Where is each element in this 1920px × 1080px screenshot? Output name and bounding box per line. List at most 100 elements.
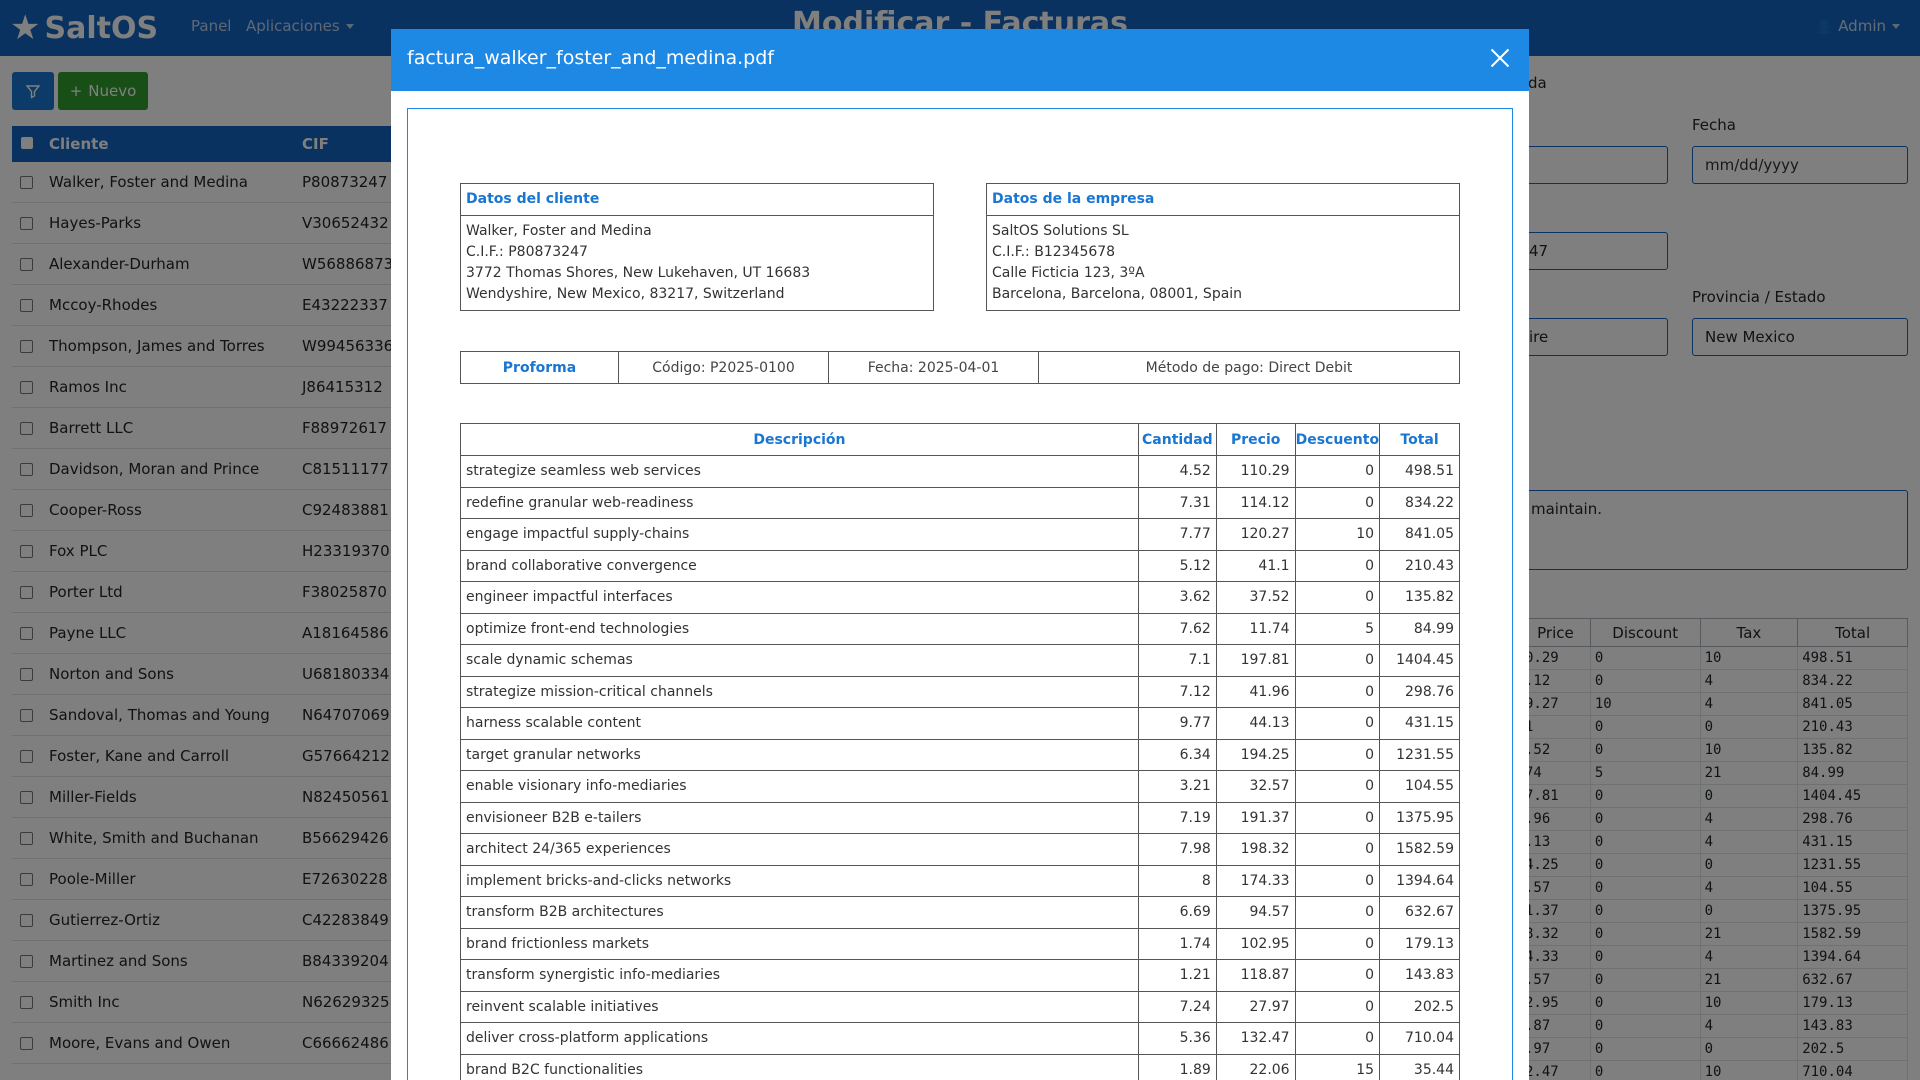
item-quantity-cell: 7.24 (1137, 990, 1217, 1023)
item-price-cell: 102.95 (1215, 927, 1296, 960)
item-price-cell: 32.57 (1215, 770, 1296, 803)
table-row: deliver cross-platform applications 5.36 1… (460, 1022, 1460, 1055)
item-price-cell: 11.74 (1215, 612, 1296, 645)
item-quantity-cell: 1.21 (1137, 959, 1217, 992)
item-total-cell: 84.99 (1379, 612, 1460, 645)
item-quantity-cell: 5.36 (1137, 1022, 1217, 1055)
table-row: brand collaborative convergence 5.12 41.1 0… (460, 549, 1460, 582)
item-total-cell: 1231.55 (1379, 738, 1460, 771)
item-total-cell: 1394.64 (1379, 864, 1460, 897)
item-description-cell: harness scalable content (460, 707, 1139, 740)
item-discount-cell: 0 (1294, 581, 1381, 614)
item-description-cell: brand B2C functionalities (460, 1053, 1139, 1080)
item-quantity-cell: 9.77 (1137, 707, 1217, 740)
table-row: optimize front-end technologies 7.62 11.74… (460, 612, 1460, 645)
company-line: Barcelona, Barcelona, 08001, Spain (992, 286, 1243, 302)
table-row: enable visionary info-mediaries 3.21 32.57… (460, 770, 1460, 803)
payment-method: Método de pago: Direct Debit (1145, 359, 1353, 376)
item-price-cell: 22.06 (1215, 1053, 1296, 1080)
modal-title: factura_walker_foster_and_medina.pdf (407, 47, 774, 69)
table-row: transform B2B architectures 6.69 94.57 0 632… (460, 896, 1460, 929)
item-description-cell: brand frictionless markets (460, 927, 1139, 960)
item-quantity-cell: 7.12 (1137, 675, 1217, 708)
item-description-cell: deliver cross-platform applications (460, 1022, 1139, 1055)
table-row: strategize seamless web services 4.52 110.… (460, 455, 1460, 488)
item-description-cell: engineer impactful interfaces (460, 581, 1139, 614)
item-quantity-cell: 7.1 (1137, 644, 1217, 677)
item-quantity-cell: 7.19 (1137, 801, 1217, 834)
item-price-cell: 174.33 (1215, 864, 1296, 897)
item-quantity-cell: 6.69 (1137, 896, 1217, 929)
client-line: Wendyshire, New Mexico, 83217, Switzerla… (466, 286, 785, 302)
item-description-cell: transform B2B architectures (460, 896, 1139, 929)
item-total-cell: 143.83 (1379, 959, 1460, 992)
item-discount-cell: 0 (1294, 549, 1381, 582)
company-box-body: SaltOS Solutions SL C.I.F.: B12345678 Ca… (987, 216, 1459, 310)
modal-header: factura_walker_foster_and_medina.pdf (391, 29, 1529, 91)
item-total-cell: 210.43 (1379, 549, 1460, 582)
item-price-cell: 27.97 (1215, 990, 1296, 1023)
invoice-items-table: Descripción Cantidad Precio Descuento To… (460, 423, 1460, 1080)
invoice-code: Código: P2025-0100 (619, 352, 829, 383)
item-quantity-cell: 8 (1137, 864, 1217, 897)
item-discount-cell: 0 (1294, 959, 1381, 992)
item-discount-cell: 0 (1294, 770, 1381, 803)
item-discount-cell: 0 (1294, 990, 1381, 1023)
table-row: target granular networks 6.34 194.25 0 1231.… (460, 738, 1460, 771)
item-description-cell: scale dynamic schemas (460, 644, 1139, 677)
item-price-cell: 118.87 (1215, 959, 1296, 992)
item-discount-cell: 0 (1294, 927, 1381, 960)
item-discount-cell: 0 (1294, 801, 1381, 834)
item-quantity-cell: 4.52 (1137, 455, 1217, 488)
item-price-cell: 197.81 (1215, 644, 1296, 677)
item-price-cell: 41.1 (1215, 549, 1296, 582)
pdf-viewer-modal: factura_walker_foster_and_medina.pdf Dat… (391, 29, 1529, 1080)
table-row: envisioneer B2B e-tailers 7.19 191.37 0 1375… (460, 801, 1460, 834)
table-row: engage impactful supply-chains 7.77 120.27… (460, 518, 1460, 551)
pdf-document[interactable]: Datos del cliente Walker, Foster and Med… (407, 108, 1513, 1080)
invoice-meta-row: Proforma Código: P2025-0100 Fecha: 2025-… (460, 351, 1460, 384)
item-quantity-cell: 7.98 (1137, 833, 1217, 866)
column-header-discount: Descuento (1294, 423, 1381, 456)
item-total-cell: 1582.59 (1379, 833, 1460, 866)
item-description-cell: brand collaborative convergence (460, 549, 1139, 582)
item-description-cell: redefine granular web-readiness (460, 486, 1139, 519)
item-description-cell: engage impactful supply-chains (460, 518, 1139, 551)
table-row: architect 24/365 experiences 7.98 198.32 0 1… (460, 833, 1460, 866)
item-total-cell: 834.22 (1379, 486, 1460, 519)
column-header-quantity: Cantidad (1137, 423, 1217, 456)
item-price-cell: 37.52 (1215, 581, 1296, 614)
close-icon[interactable] (1485, 43, 1515, 73)
item-discount-cell: 0 (1294, 455, 1381, 488)
item-total-cell: 498.51 (1379, 455, 1460, 488)
item-total-cell: 298.76 (1379, 675, 1460, 708)
item-description-cell: transform synergistic info-mediaries (460, 959, 1139, 992)
column-header-description: Descripción (460, 423, 1139, 456)
item-discount-cell: 15 (1294, 1053, 1381, 1080)
item-quantity-cell: 7.31 (1137, 486, 1217, 519)
item-quantity-cell: 3.62 (1137, 581, 1217, 614)
client-box-body: Walker, Foster and Medina C.I.F.: P80873… (461, 216, 933, 310)
table-row: engineer impactful interfaces 3.62 37.52 0 1… (460, 581, 1460, 614)
item-price-cell: 120.27 (1215, 518, 1296, 551)
item-quantity-cell: 1.74 (1137, 927, 1217, 960)
table-row: harness scalable content 9.77 44.13 0 431.15 (460, 707, 1460, 740)
item-discount-cell: 10 (1294, 518, 1381, 551)
item-total-cell: 35.44 (1379, 1053, 1460, 1080)
client-data-box: Datos del cliente Walker, Foster and Med… (460, 183, 934, 311)
item-description-cell: reinvent scalable initiatives (460, 990, 1139, 1023)
item-total-cell: 1404.45 (1379, 644, 1460, 677)
item-description-cell: optimize front-end technologies (460, 612, 1139, 645)
item-price-cell: 191.37 (1215, 801, 1296, 834)
item-quantity-cell: 5.12 (1137, 549, 1217, 582)
item-discount-cell: 0 (1294, 833, 1381, 866)
item-discount-cell: 0 (1294, 738, 1381, 771)
item-quantity-cell: 1.89 (1137, 1053, 1217, 1080)
company-line: SaltOS Solutions SL (992, 223, 1129, 239)
item-quantity-cell: 3.21 (1137, 770, 1217, 803)
invoice-date: Fecha: 2025-04-01 (829, 352, 1039, 383)
item-total-cell: 841.05 (1379, 518, 1460, 551)
table-row: implement bricks-and-clicks networks 8 174… (460, 864, 1460, 897)
column-header-total: Total (1379, 423, 1460, 456)
invoice-type: Proforma (461, 352, 619, 383)
